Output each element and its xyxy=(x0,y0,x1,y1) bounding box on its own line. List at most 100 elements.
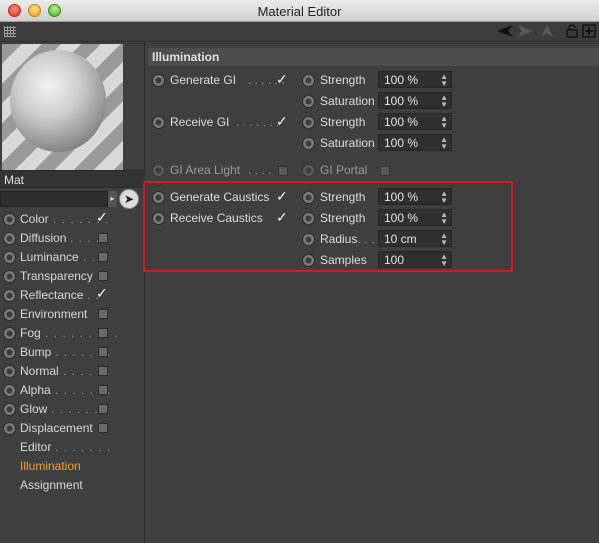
gi-strength-value: 100 % xyxy=(384,73,419,87)
channel-alpha[interactable]: Alpha. . . . . . . xyxy=(0,381,145,400)
spinner-icon[interactable]: ▲ ▼ xyxy=(440,115,448,130)
receive-gi-strength-value: 100 % xyxy=(384,115,419,129)
channel-checkbox[interactable] xyxy=(98,252,108,262)
channel-label: Diffusion xyxy=(20,231,67,245)
channel-normal[interactable]: Normal. . . . . . xyxy=(0,362,145,381)
channel-label: Luminance xyxy=(20,250,79,264)
channel-checkbox[interactable] xyxy=(98,404,108,414)
gi-saturation-row: Saturation xyxy=(302,93,382,112)
gi-portal-checkbox[interactable] xyxy=(380,166,390,176)
gi-area-light-checkbox[interactable] xyxy=(278,166,288,176)
gi-strength-input[interactable]: 100 % ▲ ▼ xyxy=(378,71,452,88)
channel-label: Fog xyxy=(20,326,41,340)
channel-reflectance[interactable]: Reflectance. . ✓ xyxy=(0,286,145,305)
material-sidebar: Mat ▸ ➤ Color. . . . . . . ✓ Diffusion. . … xyxy=(0,42,145,543)
channel-glow[interactable]: Glow. . . . . . . xyxy=(0,400,145,419)
radio-icon[interactable] xyxy=(3,346,16,359)
receive-gi-strength-input[interactable]: 100 % ▲ ▼ xyxy=(378,113,452,130)
lock-icon[interactable] xyxy=(565,24,579,38)
material-preview[interactable] xyxy=(2,44,123,170)
channel-checkbox[interactable] xyxy=(98,233,108,243)
channel-label: Normal xyxy=(20,364,59,378)
dropdown-arrow-icon[interactable]: ▸ xyxy=(108,191,117,207)
receive-gi-saturation-label: Saturation xyxy=(320,136,375,150)
receive-gi-saturation-row: Saturation xyxy=(302,135,382,154)
channel-checkbox[interactable] xyxy=(98,309,108,319)
gi-saturation-value: 100 % xyxy=(384,94,419,108)
up-arrow-icon[interactable] xyxy=(540,24,554,38)
spinner-icon[interactable]: ▲ ▼ xyxy=(440,136,448,151)
channel-dots: . . . . . . . xyxy=(55,440,112,454)
channel-editor[interactable]: Editor. . . . . . . xyxy=(0,438,145,457)
channel-checkbox[interactable]: ✓ xyxy=(96,286,110,302)
channel-assignment[interactable]: Assignment xyxy=(0,476,145,495)
radio-icon[interactable] xyxy=(3,232,16,245)
radio-icon[interactable] xyxy=(3,308,16,321)
radio-icon[interactable] xyxy=(3,251,16,264)
channel-luminance[interactable]: Luminance. . . xyxy=(0,248,145,267)
channel-checkbox[interactable] xyxy=(98,271,108,281)
spinner-icon[interactable]: ▲ ▼ xyxy=(440,94,448,109)
receive-gi-saturation-input[interactable]: 100 % ▲ ▼ xyxy=(378,134,452,151)
new-window-icon[interactable] xyxy=(582,24,596,38)
radio-icon[interactable] xyxy=(302,95,315,108)
forward-arrow-icon[interactable] xyxy=(516,24,534,38)
illumination-panel: Illumination Generate GI . . . . . . ✓ S… xyxy=(146,42,599,543)
generate-gi-checkbox[interactable]: ✓ xyxy=(276,72,290,88)
gi-area-light-toggle[interactable]: GI Area Light . . . . xyxy=(152,162,292,181)
channel-dots: . . . . xyxy=(70,231,101,245)
gi-saturation-label: Saturation xyxy=(320,94,375,108)
radio-icon[interactable] xyxy=(152,74,165,87)
receive-gi-checkbox[interactable]: ✓ xyxy=(276,114,290,130)
radio-icon[interactable] xyxy=(302,164,315,177)
channel-bump[interactable]: Bump. . . . . . . xyxy=(0,343,145,362)
radio-icon[interactable] xyxy=(3,384,16,397)
spinner-icon[interactable]: ▲ ▼ xyxy=(440,73,448,88)
channel-checkbox[interactable] xyxy=(98,423,108,433)
channel-checkbox[interactable]: ✓ xyxy=(96,210,110,226)
channel-label: Assignment xyxy=(20,478,83,492)
radio-icon[interactable] xyxy=(302,116,315,129)
gi-portal-toggle[interactable]: GI Portal xyxy=(302,162,402,181)
gi-area-light-dots: . . . . xyxy=(248,163,272,177)
channel-color[interactable]: Color. . . . . . . ✓ xyxy=(0,210,145,229)
channel-transparency[interactable]: Transparency xyxy=(0,267,145,286)
section-title: Illumination xyxy=(148,48,599,66)
radio-icon[interactable] xyxy=(302,74,315,87)
material-name-field[interactable]: Mat xyxy=(0,170,145,188)
grip-icon[interactable] xyxy=(4,26,16,37)
channel-illumination[interactable]: Illumination xyxy=(0,457,145,476)
generate-gi-toggle[interactable]: Generate GI . . . . . . ✓ xyxy=(152,72,292,91)
radio-icon[interactable] xyxy=(3,403,16,416)
channel-label: Displacement xyxy=(20,421,93,435)
radio-icon[interactable] xyxy=(152,164,165,177)
eyedropper-icon[interactable]: ➤ xyxy=(119,189,139,209)
back-arrow-icon[interactable] xyxy=(496,24,514,38)
channel-list: Color. . . . . . . ✓ Diffusion. . . . Lumin… xyxy=(0,210,145,495)
radio-icon[interactable] xyxy=(3,289,16,302)
channel-fog[interactable]: Fog. . . . . . . . . xyxy=(0,324,145,343)
receive-gi-strength-label: Strength xyxy=(320,115,366,129)
channel-checkbox[interactable] xyxy=(98,366,108,376)
radio-icon[interactable] xyxy=(152,116,165,129)
channel-environment[interactable]: Environment xyxy=(0,305,145,324)
radio-icon[interactable] xyxy=(3,213,16,226)
radio-icon[interactable] xyxy=(3,270,16,283)
gi-saturation-input[interactable]: 100 % ▲ ▼ xyxy=(378,92,452,109)
channel-checkbox[interactable] xyxy=(98,328,108,338)
channel-diffusion[interactable]: Diffusion. . . . xyxy=(0,229,145,248)
gi-strength-label: Strength xyxy=(320,73,366,87)
material-dropdown[interactable] xyxy=(0,191,108,207)
caustics-highlight-box xyxy=(143,181,513,272)
receive-gi-toggle[interactable]: Receive GI . . . . . . . ✓ xyxy=(152,114,292,133)
channel-checkbox[interactable] xyxy=(98,347,108,357)
gi-strength-row: Strength xyxy=(302,72,382,91)
channel-label: Illumination xyxy=(20,459,81,473)
channel-displacement[interactable]: Displacement xyxy=(0,419,145,438)
window-title: Material Editor xyxy=(257,4,342,19)
radio-icon[interactable] xyxy=(302,137,315,150)
radio-icon[interactable] xyxy=(3,365,16,378)
channel-checkbox[interactable] xyxy=(98,385,108,395)
radio-icon[interactable] xyxy=(3,327,16,340)
radio-icon[interactable] xyxy=(3,422,16,435)
